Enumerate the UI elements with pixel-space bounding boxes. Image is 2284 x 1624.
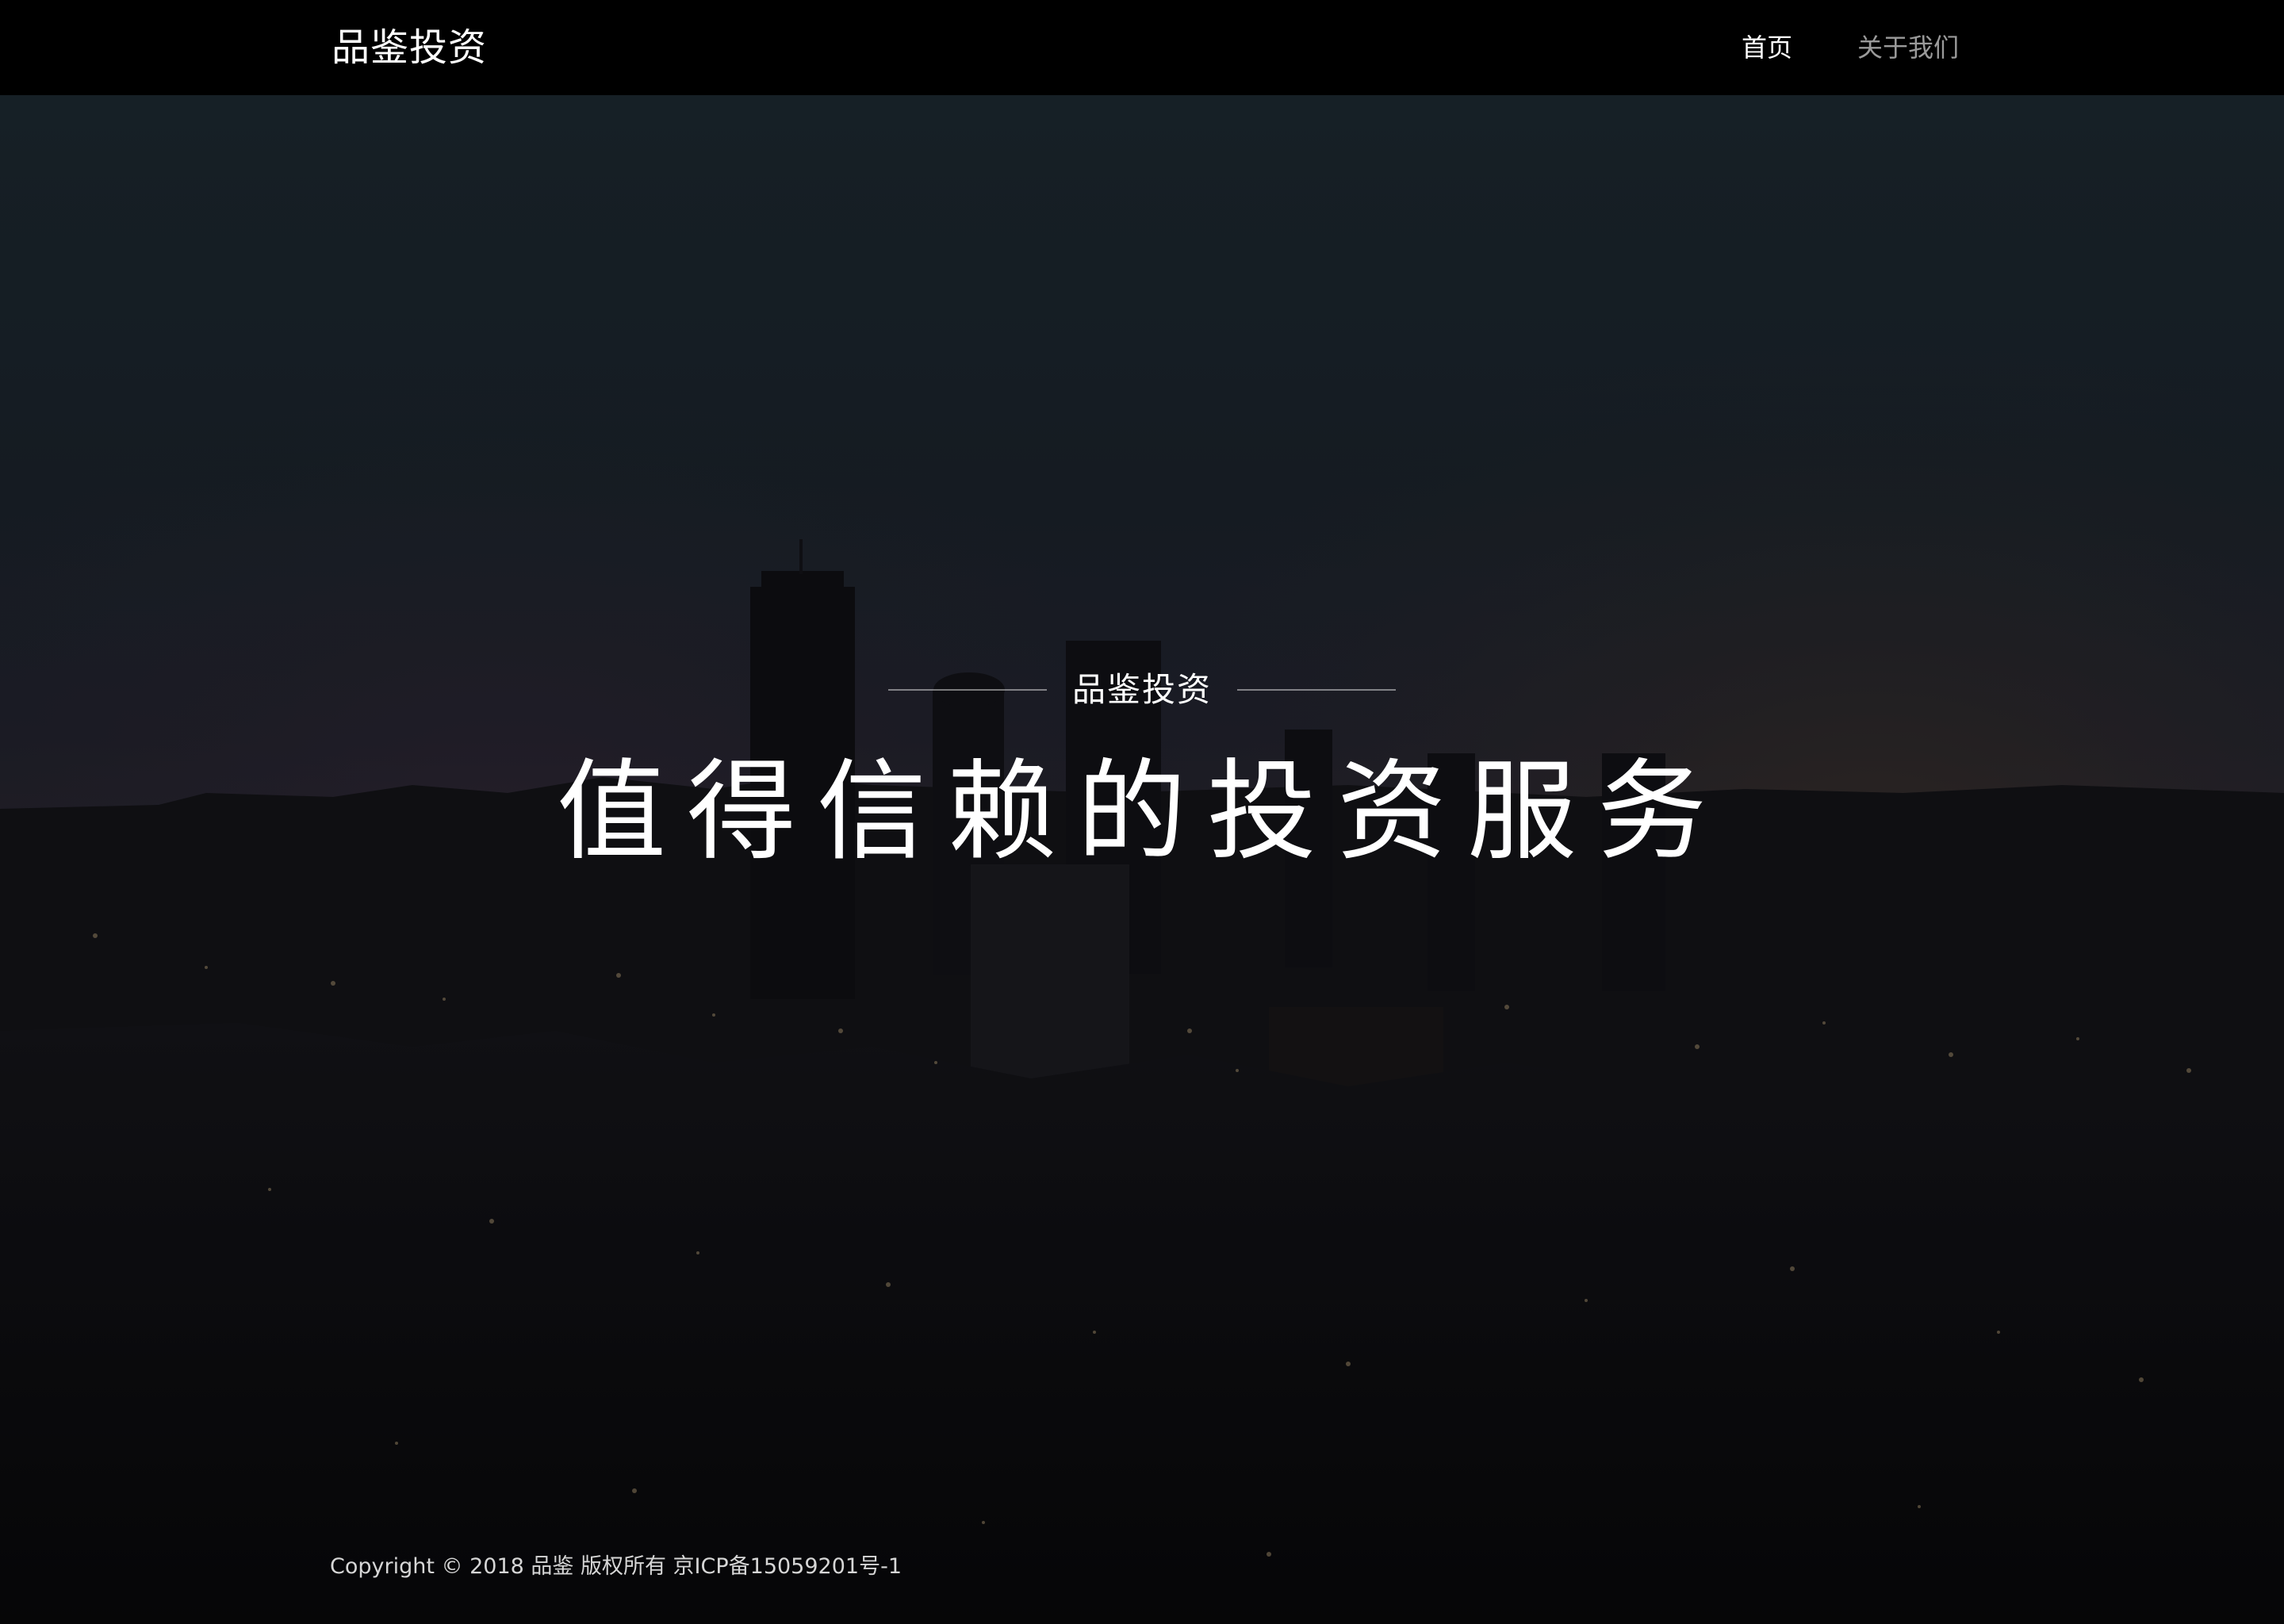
hero-kicker: 品鉴投资	[1071, 670, 1212, 709]
nav-link-about[interactable]: 关于我们	[1857, 30, 1959, 65]
hero-kicker-row: 品鉴投资	[0, 666, 2284, 714]
nav-link-home[interactable]: 首页	[1742, 30, 1792, 65]
footer-copyright: Copyright © 2018 品鉴 版权所有 京ICP备15059201号-…	[330, 1554, 902, 1579]
kicker-divider-right	[1237, 689, 1396, 691]
hero-title: 值得信赖的投资服务	[556, 748, 1727, 875]
top-navbar: 品鉴投资 首页 关于我们	[0, 0, 2284, 95]
kicker-divider-left	[887, 689, 1047, 691]
nav-links: 首页 关于我们	[1742, 30, 1959, 65]
brand-logo[interactable]: 品鉴投资	[331, 22, 487, 73]
